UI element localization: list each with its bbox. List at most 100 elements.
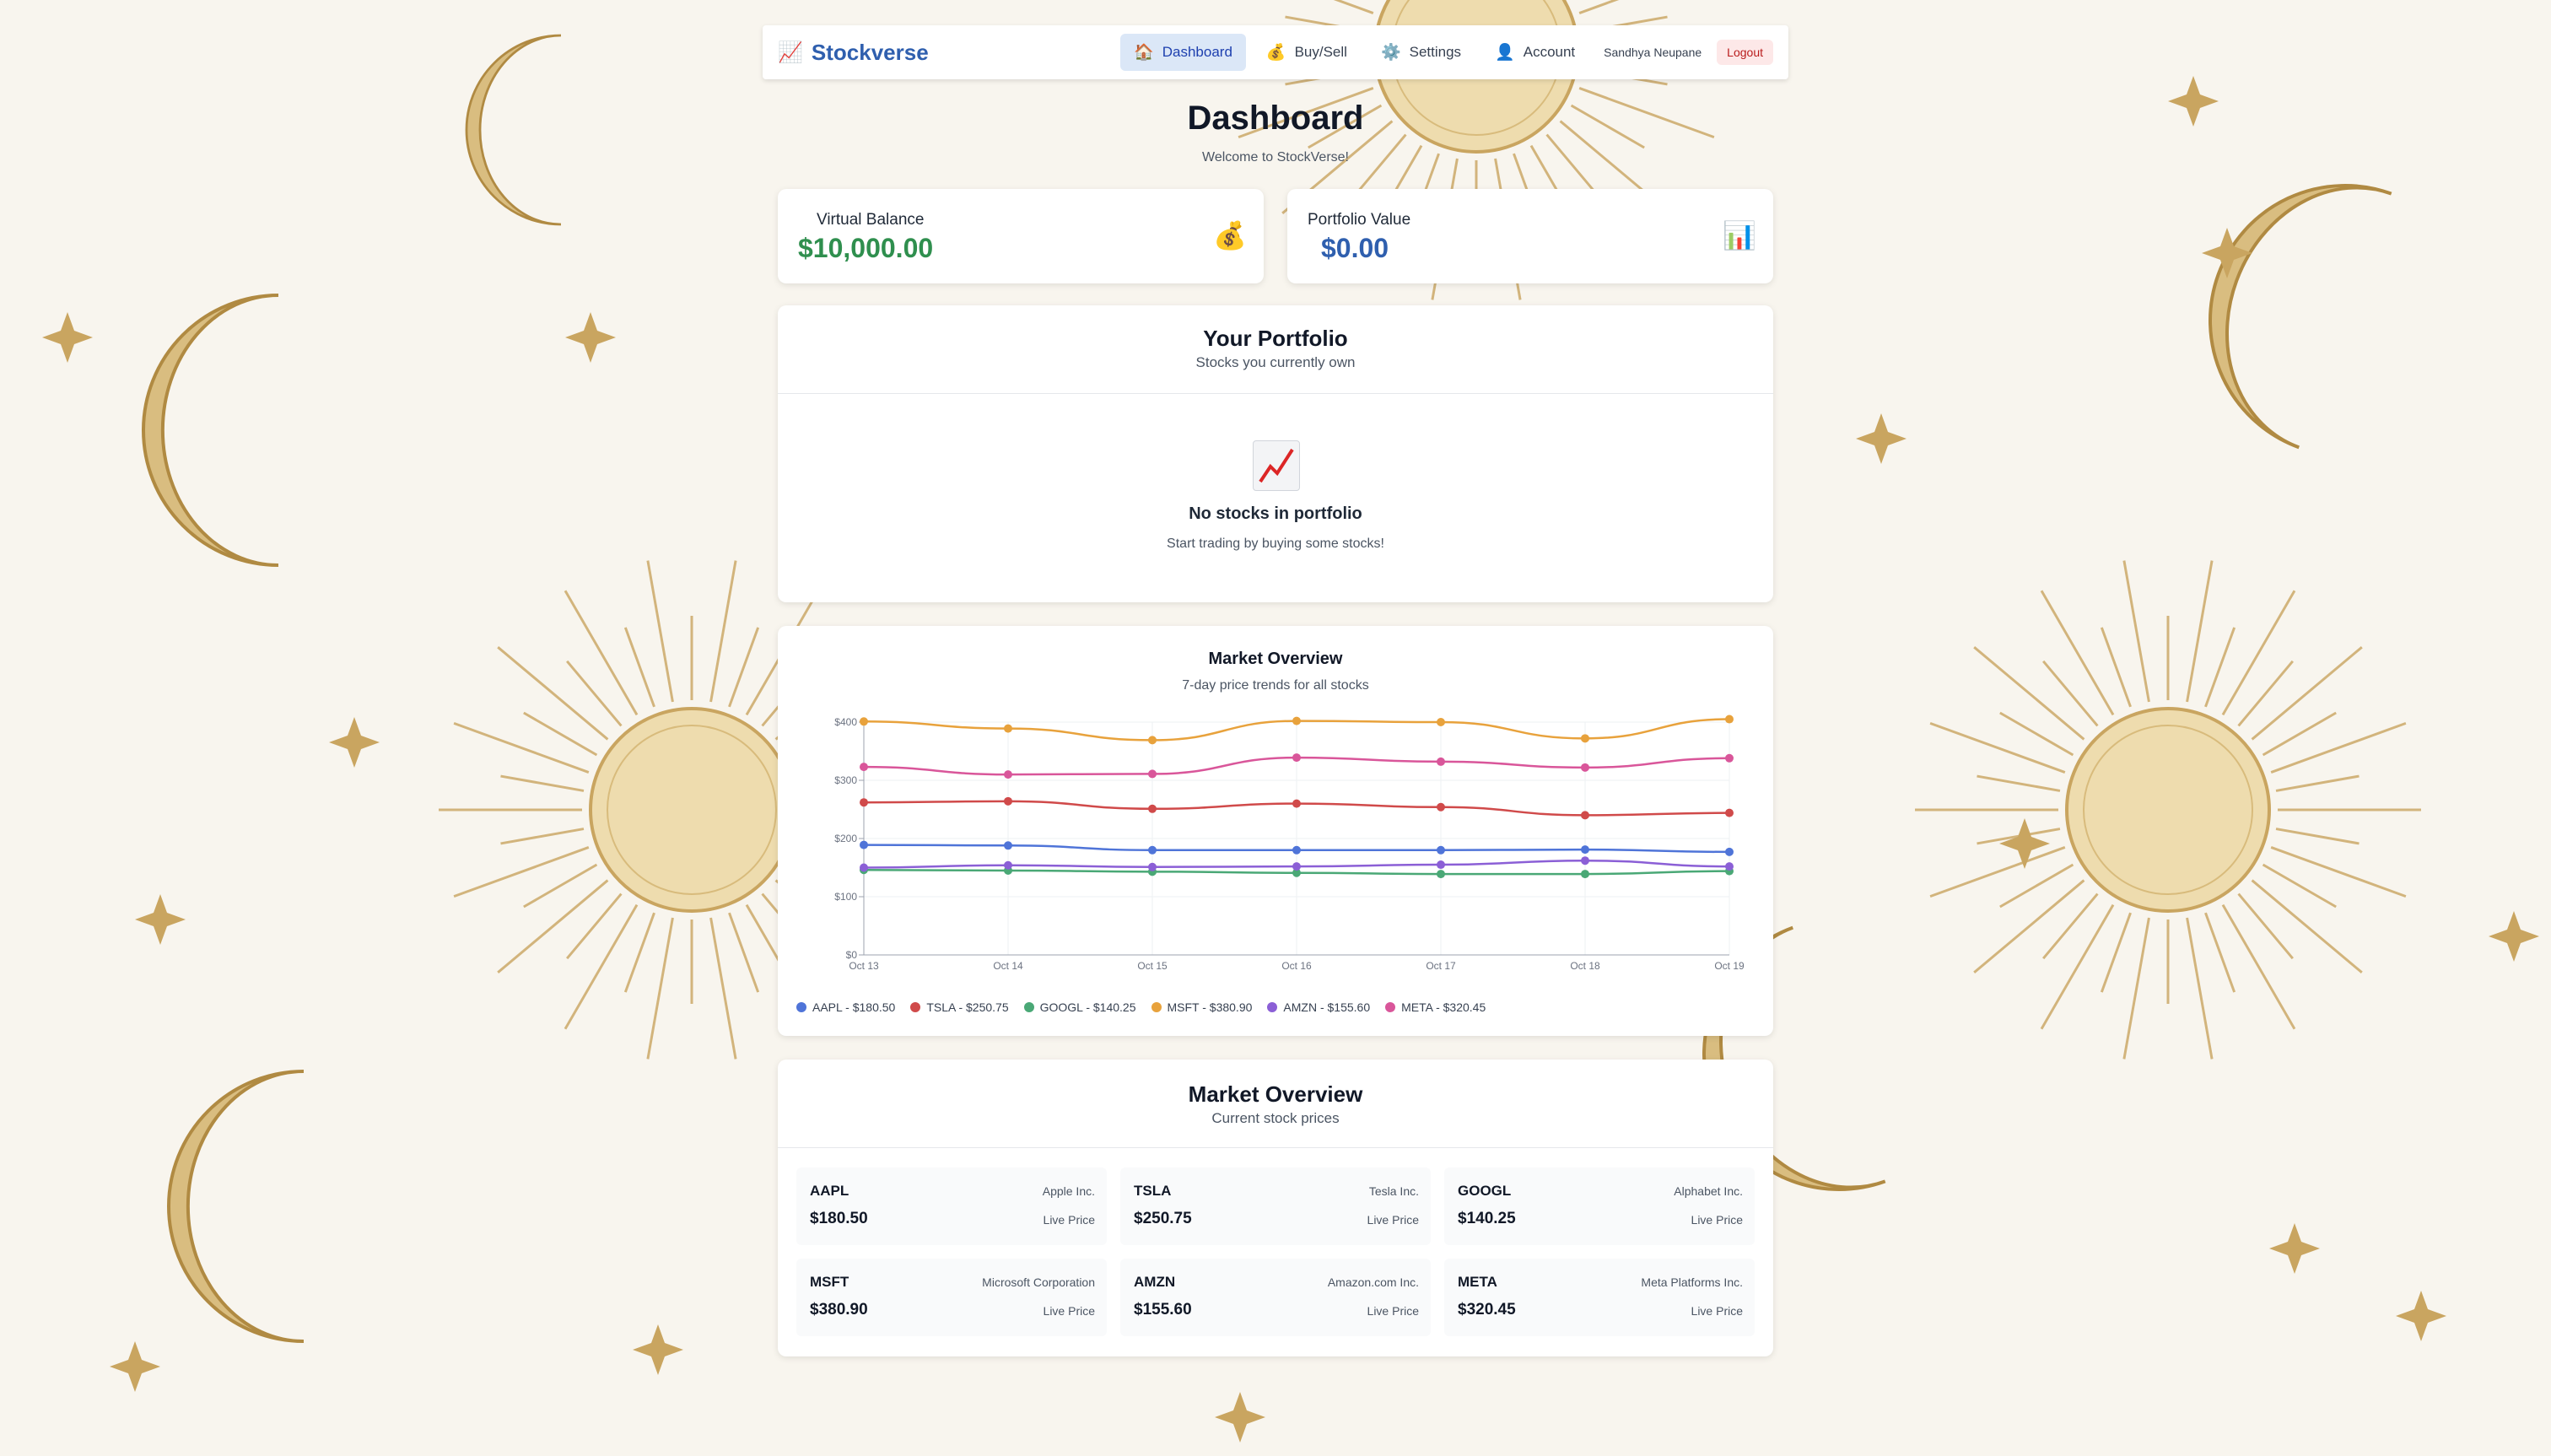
nav-settings-label: Settings xyxy=(1409,44,1462,60)
stock-card-googl[interactable]: GOOGL Alphabet Inc. $140.25 Live Price xyxy=(1444,1167,1755,1245)
stock-price: $140.25 xyxy=(1458,1210,1516,1227)
market-divider xyxy=(778,1147,1773,1148)
legend-label: GOOGL - $140.25 xyxy=(1039,1000,1136,1014)
nav-account[interactable]: 👤 Account xyxy=(1481,34,1588,71)
data-point xyxy=(860,717,868,726)
nav-settings[interactable]: ⚙️ Settings xyxy=(1367,34,1475,71)
brand[interactable]: 📈 Stockverse xyxy=(778,40,929,66)
data-point xyxy=(1292,753,1301,763)
data-point xyxy=(1581,763,1589,772)
house-icon: 🏠 xyxy=(1134,44,1154,62)
logout-button[interactable]: Logout xyxy=(1717,40,1773,65)
data-point xyxy=(1004,841,1012,850)
data-point xyxy=(1437,757,1445,766)
stock-tag: Live Price xyxy=(1691,1304,1743,1318)
stock-name: Meta Platforms Inc. xyxy=(1641,1275,1743,1289)
page-title: Dashboard xyxy=(1187,100,1364,137)
stock-card-meta[interactable]: META Meta Platforms Inc. $320.45 Live Pr… xyxy=(1444,1259,1755,1336)
nav-account-label: Account xyxy=(1523,44,1576,60)
portfolio-card: Your Portfolio Stocks you currently own … xyxy=(778,305,1773,602)
y-tick-label: $400 xyxy=(834,716,857,728)
stock-name: Tesla Inc. xyxy=(1368,1184,1419,1198)
data-point xyxy=(860,798,868,807)
legend-label: TSLA - $250.75 xyxy=(926,1000,1009,1014)
nav-dashboard-label: Dashboard xyxy=(1162,44,1232,60)
data-point xyxy=(1004,796,1012,806)
user-name: Sandhya Neupane xyxy=(1604,46,1702,59)
legend-swatch xyxy=(796,1002,806,1012)
stock-symbol: AMZN xyxy=(1134,1274,1176,1290)
stock-tag: Live Price xyxy=(1367,1304,1419,1318)
stock-tag: Live Price xyxy=(1043,1304,1095,1318)
data-point xyxy=(1725,808,1734,817)
data-point xyxy=(1148,736,1157,745)
portfolio-subtitle: Stocks you currently own xyxy=(1195,354,1356,370)
page-subtitle: Welcome to StockVerse! xyxy=(1202,150,1349,164)
legend-item[interactable]: AMZN - $155.60 xyxy=(1267,1000,1370,1014)
stock-card-tsla[interactable]: TSLA Tesla Inc. $250.75 Live Price xyxy=(1120,1167,1431,1245)
nav-links: 🏠 Dashboard 💰 Buy/Sell ⚙️ Settings 👤 Acc… xyxy=(1120,34,1773,71)
portfolio-title: Your Portfolio xyxy=(1203,326,1348,351)
data-point xyxy=(1581,856,1589,866)
brand-name: Stockverse xyxy=(811,39,929,65)
stock-symbol: TSLA xyxy=(1134,1183,1172,1199)
stock-name: Microsoft Corporation xyxy=(982,1275,1095,1289)
legend-item[interactable]: AAPL - $180.50 xyxy=(796,1000,895,1014)
data-point xyxy=(860,840,868,849)
legend-label: AAPL - $180.50 xyxy=(812,1000,896,1014)
nav-buy-sell[interactable]: 💰 Buy/Sell xyxy=(1253,34,1361,71)
stock-price: $320.45 xyxy=(1458,1301,1516,1318)
legend-item[interactable]: GOOGL - $140.25 xyxy=(1023,1000,1136,1014)
stock-card-msft[interactable]: MSFT Microsoft Corporation $380.90 Live … xyxy=(796,1259,1107,1336)
legend-swatch xyxy=(1023,1002,1034,1012)
stock-card-amzn[interactable]: AMZN Amazon.com Inc. $155.60 Live Price xyxy=(1120,1259,1431,1336)
virtual-balance-value: $10,000.00 xyxy=(798,233,934,263)
data-point xyxy=(1581,845,1589,855)
y-tick-label: $100 xyxy=(834,891,857,903)
stock-card-aapl[interactable]: AAPL Apple Inc. $180.50 Live Price xyxy=(796,1167,1107,1245)
stock-price: $155.60 xyxy=(1134,1301,1192,1318)
data-point xyxy=(1725,715,1734,724)
legend-label: MSFT - $380.90 xyxy=(1167,1000,1253,1014)
x-tick-label: Oct 17 xyxy=(1426,960,1456,972)
x-tick-label: Oct 15 xyxy=(1137,960,1168,972)
empty-portfolio-subtitle: Start trading by buying some stocks! xyxy=(1167,537,1384,551)
data-point xyxy=(1437,802,1445,812)
data-point xyxy=(860,863,868,872)
data-point xyxy=(1292,862,1301,871)
legend-swatch xyxy=(1267,1002,1278,1012)
y-tick-label: $300 xyxy=(834,774,857,786)
stock-name: Apple Inc. xyxy=(1042,1184,1095,1198)
stock-name: Alphabet Inc. xyxy=(1674,1184,1743,1198)
legend-item[interactable]: TSLA - $250.75 xyxy=(910,1000,1009,1014)
data-point xyxy=(1148,845,1157,855)
chart-legend: AAPL - $180.50 TSLA - $250.75 GOOGL - $140… xyxy=(796,1000,1486,1014)
data-point xyxy=(1437,845,1445,855)
legend-label: META - $320.45 xyxy=(1401,1000,1486,1014)
legend-item[interactable]: META - $320.45 xyxy=(1385,1000,1486,1014)
data-point xyxy=(1292,845,1301,855)
x-tick-label: Oct 18 xyxy=(1570,960,1600,972)
user-icon: 👤 xyxy=(1495,44,1515,62)
legend-swatch xyxy=(910,1002,921,1012)
nav-dashboard[interactable]: 🏠 Dashboard xyxy=(1120,34,1246,71)
nav-buy-sell-label: Buy/Sell xyxy=(1294,44,1347,60)
x-tick-label: Oct 19 xyxy=(1714,960,1745,972)
top-navbar: 📈 Stockverse 🏠 Dashboard 💰 Buy/Sell ⚙️ S… xyxy=(763,25,1788,79)
y-tick-label: $0 xyxy=(846,949,858,961)
legend-label: AMZN - $155.60 xyxy=(1283,1000,1371,1014)
x-tick-label: Oct 13 xyxy=(849,960,879,972)
data-point xyxy=(1581,734,1589,743)
data-point xyxy=(1437,718,1445,726)
data-point xyxy=(1581,870,1589,879)
stock-symbol: MSFT xyxy=(810,1274,849,1290)
money-bag-icon: 💰 xyxy=(1213,220,1247,251)
stock-symbol: AAPL xyxy=(810,1183,849,1199)
money-bag-icon: 💰 xyxy=(1265,44,1286,62)
data-point xyxy=(1004,724,1012,733)
portfolio-value-value: $0.00 xyxy=(1321,233,1389,263)
stock-tag: Live Price xyxy=(1043,1213,1095,1227)
data-point xyxy=(1437,860,1445,870)
chart-up-icon: 📈 xyxy=(778,40,803,64)
legend-item[interactable]: MSFT - $380.90 xyxy=(1151,1000,1253,1014)
